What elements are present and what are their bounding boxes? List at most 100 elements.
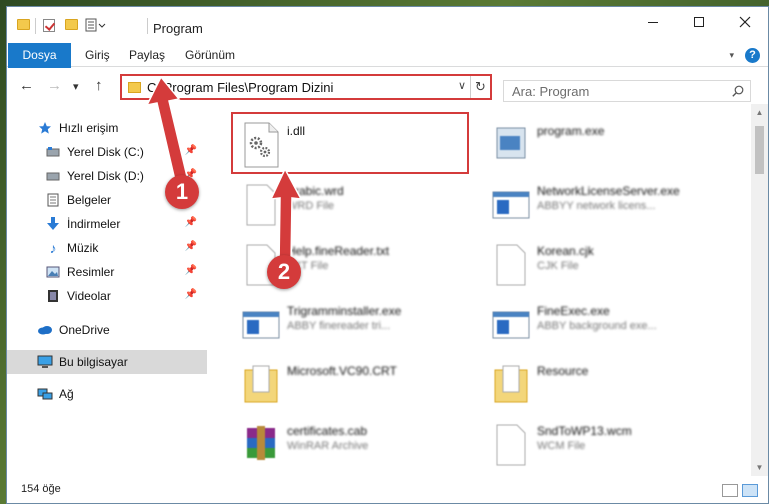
file-name: Microsoft.VC90.CRT (287, 364, 397, 378)
videos-icon (45, 288, 61, 304)
blank-file-icon (496, 424, 526, 466)
sidebar-item-music[interactable]: ♪ Müzik 📌 (7, 236, 207, 260)
back-button[interactable]: ← (19, 77, 34, 94)
file-name: program.exe (537, 124, 605, 138)
cloud-icon (37, 322, 53, 338)
sidebar-item-this-pc[interactable]: Bu bilgisayar (7, 350, 207, 374)
drive-icon (45, 144, 61, 160)
file-name: certificates.cab (287, 424, 368, 438)
step-1-badge: 1 (165, 175, 199, 209)
recent-locations-button[interactable]: ▾ (73, 80, 79, 93)
close-icon (739, 16, 751, 28)
forward-button[interactable]: → (47, 77, 62, 94)
scroll-thumb[interactable] (755, 126, 764, 174)
item-count: 154 öğe (21, 483, 61, 495)
scroll-up-icon[interactable]: ▲ (751, 104, 768, 121)
folder-icon (17, 19, 30, 30)
file-item[interactable]: Korean.cjk CJK File (483, 234, 723, 294)
file-item[interactable]: NetworkLicenseServer.exe ABBYY network l… (483, 174, 723, 234)
sidebar-item-label: Yerel Disk (D:) (67, 169, 144, 183)
download-icon (45, 216, 61, 232)
blank-file-icon (496, 244, 526, 286)
file-item[interactable]: Trigramminstaller.exe ABBY finereader tr… (233, 294, 473, 354)
computer-icon (37, 354, 53, 370)
scroll-down-icon[interactable]: ▼ (751, 459, 768, 476)
separator (147, 18, 148, 34)
customize-toolbar-icon[interactable] (85, 18, 107, 32)
ribbon: Dosya Giriş Paylaş Görünüm ▾ ? (7, 43, 768, 103)
pictures-icon (45, 264, 61, 280)
star-icon (37, 120, 53, 136)
file-name: SndToWP13.wcm (537, 424, 632, 438)
search-input[interactable]: Ara: Program (503, 80, 751, 102)
sidebar-item-label: Bu bilgisayar (59, 355, 128, 369)
large-icons-view-icon[interactable] (742, 484, 758, 497)
winrar-icon (247, 426, 275, 460)
file-type: WinRAR Archive (287, 440, 369, 452)
file-item[interactable]: certificates.cab WinRAR Archive (233, 414, 473, 474)
sidebar-item-label: Resimler (67, 265, 115, 279)
sidebar-item-label: OneDrive (59, 323, 110, 337)
window-title: Program (153, 21, 203, 36)
explorer-window: Program Dosya Giriş Paylaş Görünüm ▾ ? ←… (6, 6, 769, 504)
folder-doc-icon (494, 365, 528, 403)
file-name: Korean.cjk (537, 244, 594, 258)
sidebar-item-pictures[interactable]: Resimler 📌 (7, 260, 207, 284)
folder-icon (128, 82, 141, 93)
properties-icon[interactable] (43, 19, 55, 32)
tab-paylas[interactable]: Paylaş (129, 43, 165, 67)
highlight-box (231, 112, 469, 174)
vertical-scrollbar[interactable]: ▲ ▼ (751, 104, 768, 476)
network-icon (37, 386, 53, 402)
step-2-badge: 2 (267, 255, 301, 289)
sidebar-item-downloads[interactable]: İndirmeler 📌 (7, 212, 207, 236)
file-item[interactable]: program.exe (483, 114, 723, 174)
file-type: ABBYY network licens... (537, 200, 656, 212)
minimize-icon (648, 21, 658, 23)
close-button[interactable] (722, 7, 768, 37)
pin-icon: 📌 (184, 289, 197, 300)
arrow-2-icon (269, 169, 303, 266)
pin-icon: 📌 (184, 217, 197, 228)
pin-icon: 📌 (184, 265, 197, 276)
documents-icon (45, 192, 61, 208)
sidebar-item-label: Yerel Disk (C:) (67, 145, 144, 159)
file-name: NetworkLicenseServer.exe (537, 184, 680, 198)
sidebar-item-label: Hızlı erişim (59, 121, 119, 135)
file-item[interactable]: SndToWP13.wcm WCM File (483, 414, 723, 474)
up-button[interactable]: ↑ (95, 77, 103, 94)
sidebar-item-onedrive[interactable]: OneDrive (7, 318, 207, 342)
minimize-button[interactable] (630, 7, 676, 37)
file-item[interactable]: Microsoft.VC90.CRT (233, 354, 473, 414)
file-type: ABBY finereader tri... (287, 320, 391, 332)
tab-gorunum[interactable]: Görünüm (185, 43, 235, 67)
window-app-icon (492, 311, 530, 339)
maximize-button[interactable] (676, 7, 722, 37)
file-name: Trigramminstaller.exe (287, 304, 402, 318)
sidebar-item-label: Belgeler (67, 193, 112, 207)
exe-icon (496, 127, 526, 159)
folder-doc-icon (244, 365, 278, 403)
chevron-down-icon[interactable]: ∨ (458, 79, 466, 92)
help-icon[interactable]: ? (745, 48, 760, 63)
file-name: Resource (537, 364, 589, 378)
new-folder-icon[interactable] (65, 19, 78, 30)
file-name: FineExec.exe (537, 304, 610, 318)
sidebar-item-network[interactable]: Ağ (7, 382, 207, 406)
tab-giris[interactable]: Giriş (85, 43, 110, 67)
file-item[interactable]: Resource (483, 354, 723, 414)
file-type: WCM File (537, 440, 586, 452)
window-app-icon (242, 311, 280, 339)
drive-icon (45, 168, 61, 184)
sidebar-item-label: Videolar (67, 289, 111, 303)
refresh-button[interactable]: ↻ (470, 76, 490, 98)
chevron-down-icon[interactable]: ▾ (729, 50, 734, 61)
file-item[interactable]: FineExec.exe ABBY background exe... (483, 294, 723, 354)
maximize-icon (694, 17, 704, 27)
sidebar-item-label: İndirmeler (67, 217, 121, 231)
window-app-icon (492, 191, 530, 219)
sidebar-item-videos[interactable]: Videolar 📌 (7, 284, 207, 308)
search-icon[interactable] (732, 85, 744, 97)
details-view-icon[interactable] (722, 484, 738, 497)
pin-icon: 📌 (184, 241, 197, 252)
